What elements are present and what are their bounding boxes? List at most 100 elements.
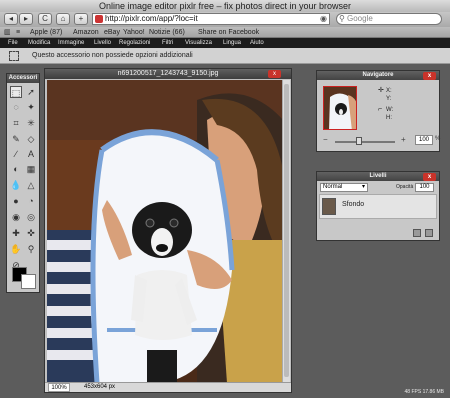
redeye-icon[interactable]: ◉ <box>10 211 22 223</box>
size-icon: ⌐ <box>378 106 383 113</box>
move-icon[interactable]: ➚ <box>25 86 37 98</box>
url-text: http://pixlr.com/app/?loc=it <box>105 14 198 23</box>
bookmarks-icon-2[interactable]: ≡ <box>16 27 20 38</box>
navigator-zoom-input[interactable]: 100 <box>415 135 433 145</box>
navigator-close-button[interactable]: x <box>423 72 436 80</box>
address-bar[interactable]: http://pixlr.com/app/?loc=it ◉ <box>92 13 330 25</box>
blend-mode-select[interactable]: Normal ▾ <box>320 183 368 192</box>
app-menubar: File Modifica Immagine Livello Regolazio… <box>0 38 450 48</box>
x-label: X: <box>386 88 392 94</box>
spot-heal-icon[interactable]: ✜ <box>25 227 37 239</box>
burn-icon[interactable]: ◔ <box>25 195 37 207</box>
bucket-icon[interactable]: ◐ <box>10 163 22 175</box>
image-vertical-scrollbar[interactable] <box>282 80 290 383</box>
image-dimensions: 453x604 px <box>84 384 116 390</box>
opacity-input[interactable]: 100 <box>415 183 434 192</box>
zoom-icon[interactable]: ⚲ <box>25 243 37 255</box>
bookmark-yahoo[interactable]: Yahoo! <box>123 27 145 38</box>
menu-file[interactable]: File <box>8 38 18 48</box>
add-bookmark-button[interactable]: + <box>74 13 88 25</box>
fps-memory-readout: 48 FPS 17.86 MB <box>404 389 444 395</box>
bookmark-share-facebook[interactable]: Share on Facebook <box>198 27 259 38</box>
image-close-button[interactable]: x <box>268 70 281 78</box>
menu-immagine[interactable]: Immagine <box>58 38 84 48</box>
brush-icon[interactable]: ∕ <box>10 148 22 160</box>
layers-title: Livelli <box>369 173 387 179</box>
image-filename: n691200517_1243743_9150.jpg <box>117 70 219 77</box>
y-label: Y: <box>386 96 392 102</box>
eraser-icon[interactable]: ◇ <box>25 133 37 145</box>
image-status-bar: 100% 453x604 px <box>45 382 291 392</box>
chevron-down-icon: ▾ <box>361 184 365 190</box>
drop-icon[interactable]: 💧 <box>10 179 22 191</box>
zoom-input[interactable]: 100% <box>48 383 70 392</box>
pencil-icon[interactable]: ✎ <box>10 133 22 145</box>
stamp-icon[interactable]: ✚ <box>10 227 22 239</box>
h-label: H: <box>386 115 392 121</box>
home-button[interactable]: ⌂ <box>56 13 70 25</box>
zoom-slider-track[interactable] <box>335 141 395 143</box>
zoom-out-button[interactable]: − <box>323 135 328 144</box>
back-button[interactable]: ◂ <box>4 13 18 25</box>
search-placeholder: Google <box>347 14 373 23</box>
sharpen-icon[interactable]: △ <box>25 179 37 191</box>
menu-livello[interactable]: Livello <box>94 38 111 48</box>
background-color-swatch[interactable] <box>21 274 36 289</box>
blend-mode-value: Normal <box>323 184 343 190</box>
wand-icon[interactable]: ✦ <box>25 101 37 113</box>
options-message: Questo accessorio non possiede opzioni a… <box>32 52 193 59</box>
navigator-coordinates: ✛ X: Y: ⌐ W: H: <box>378 87 394 122</box>
marquee-icon[interactable]: ⬚ <box>10 86 22 98</box>
gradient-icon[interactable]: ▦ <box>25 163 37 175</box>
hand-icon[interactable]: ✋ <box>10 243 22 255</box>
bookmark-notizie[interactable]: Notizie (66) <box>149 27 185 38</box>
search-input[interactable]: ⚲ Google <box>336 13 442 25</box>
layers-close-button[interactable]: x <box>423 173 436 181</box>
layers-panel: Livelli x Normal ▾ Opacità 100 Sfondo <box>316 171 440 241</box>
bookmarks-icon[interactable]: ▥ <box>4 27 11 38</box>
forward-button[interactable]: ▸ <box>19 13 33 25</box>
lasso-icon[interactable]: ◌ <box>10 101 22 113</box>
w-label: W: <box>386 107 394 113</box>
menu-aiuto[interactable]: Aiuto <box>250 38 264 48</box>
menu-modifica[interactable]: Modifica <box>28 38 50 48</box>
scroll-thumb[interactable] <box>284 84 289 377</box>
image-window: n691200517_1243743_9150.jpg x 100% 453x6… <box>44 68 292 393</box>
bookmark-apple[interactable]: Apple (87) <box>30 27 62 38</box>
delete-layer-icon[interactable] <box>425 229 433 237</box>
window-title: Online image editor pixlr free – fix pho… <box>0 0 450 12</box>
zoom-slider-knob[interactable] <box>356 137 362 145</box>
menu-lingua[interactable]: Lingua <box>223 38 241 48</box>
dodge-icon[interactable]: ● <box>10 195 22 207</box>
menu-visualizza[interactable]: Visualizza <box>185 38 212 48</box>
sparkle-icon[interactable]: ✳ <box>25 117 37 129</box>
menu-filtri[interactable]: Filtri <box>162 38 173 48</box>
bookmark-amazon[interactable]: Amazon <box>73 27 99 38</box>
new-layer-icon[interactable] <box>413 229 421 237</box>
layer-name: Sfondo <box>342 201 365 208</box>
search-icon: ⚲ <box>339 14 345 23</box>
sponge-icon[interactable]: ◎ <box>25 211 37 223</box>
layer-row[interactable]: Sfondo <box>319 194 437 219</box>
browser-toolbar: ◂ ▸ C ⌂ + http://pixlr.com/app/?loc=it ◉… <box>0 12 450 27</box>
bookmark-ebay[interactable]: eBay <box>104 27 120 38</box>
photo-canvas[interactable] <box>47 80 283 383</box>
layer-thumbnail <box>322 198 336 215</box>
navigator-zoom-unit: % <box>435 136 441 142</box>
crop-icon[interactable]: ⌗ <box>10 117 22 129</box>
text-icon[interactable]: A <box>25 148 37 160</box>
options-bar: Questo accessorio non possiede opzioni a… <box>0 48 450 64</box>
opacity-label: Opacità <box>396 184 414 190</box>
rss-icon[interactable]: ◉ <box>320 14 327 24</box>
favicon-icon <box>95 15 103 23</box>
navigator-header: Navigatore x <box>317 71 439 80</box>
zoom-in-button[interactable]: + <box>401 135 406 144</box>
reload-button[interactable]: C <box>38 13 52 25</box>
photo-illustration <box>47 80 283 383</box>
menu-regolazioni[interactable]: Regolazioni <box>119 38 150 48</box>
marquee-tool-icon <box>9 51 19 61</box>
crosshair-icon: ✛ <box>378 87 384 94</box>
tools-panel: Accessori ⬚ ➚ ◌ ✦ ⌗ ✳ ✎ ◇ ∕ A ◐ ▦ 💧 △ ● … <box>6 73 40 293</box>
image-window-title: n691200517_1243743_9150.jpg x <box>45 69 291 79</box>
navigator-thumbnail[interactable] <box>323 86 357 130</box>
